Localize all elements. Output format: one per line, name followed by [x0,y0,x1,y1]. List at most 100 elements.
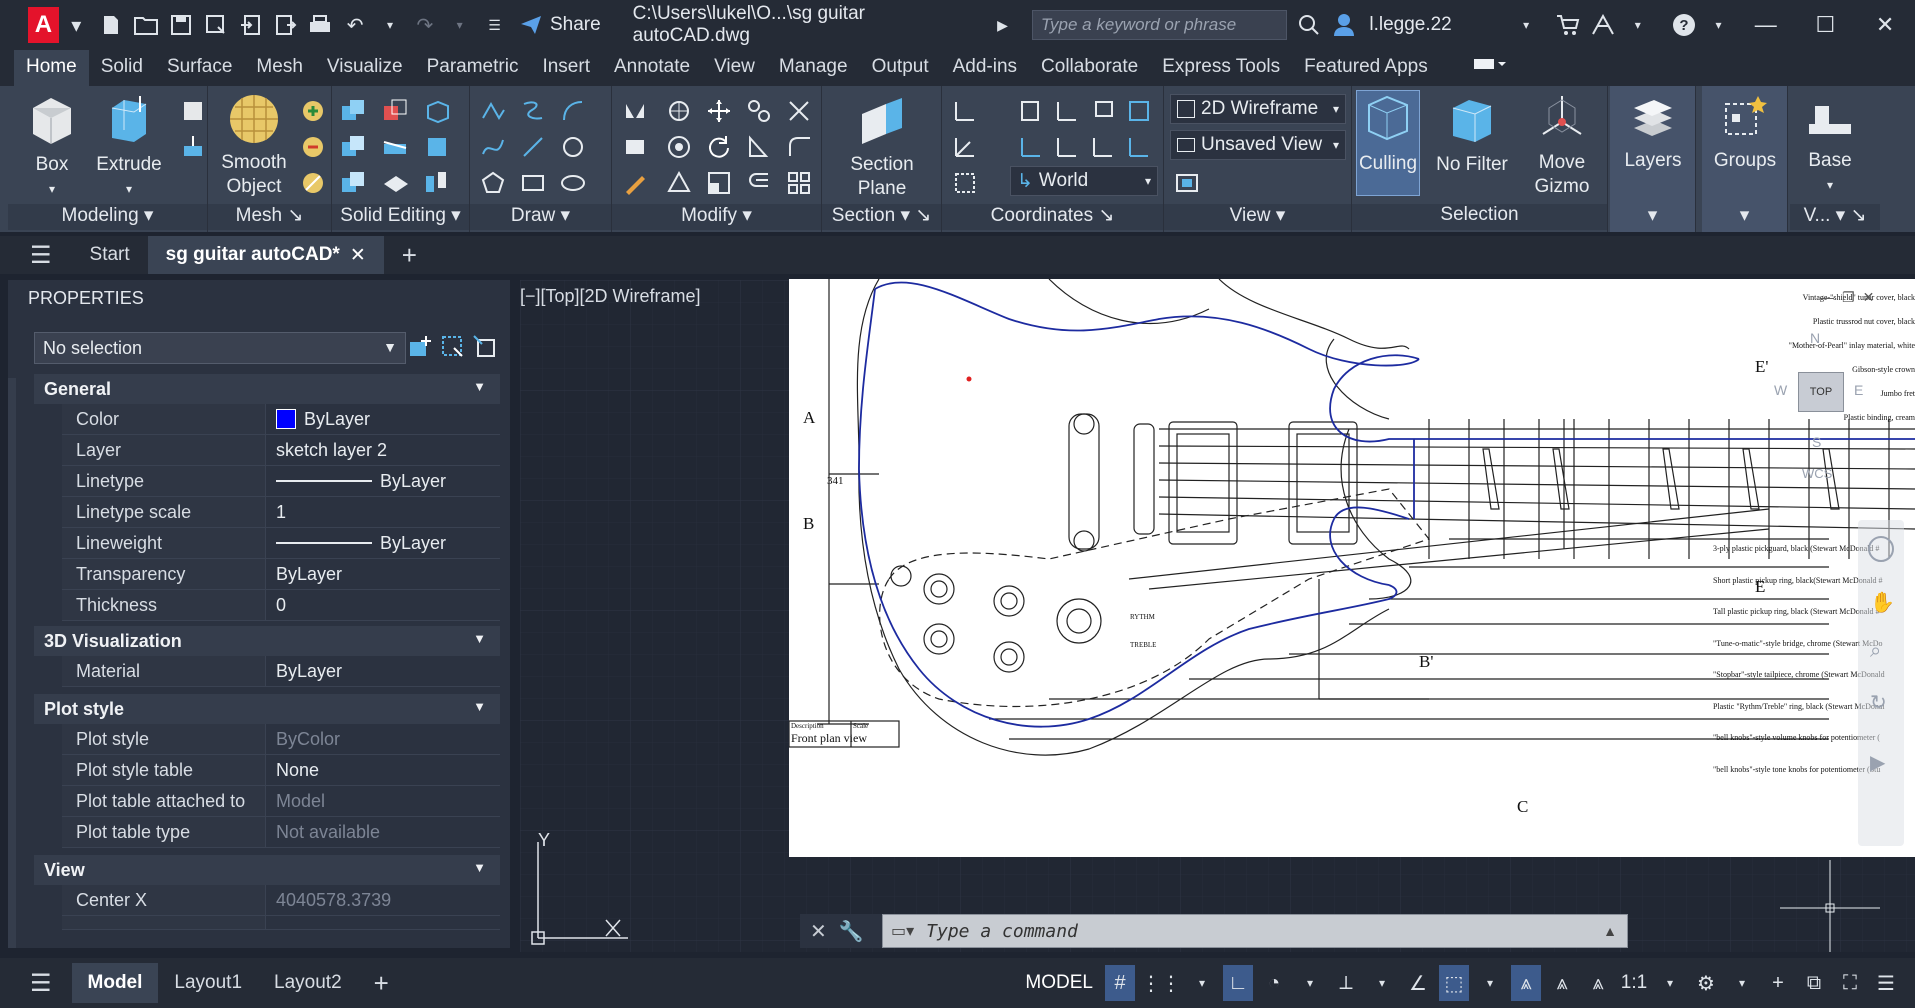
viewport-close-icon[interactable]: ✕ [1863,289,1875,307]
property-row-plot-table-attached[interactable]: Plot table attached to Model [62,786,500,817]
panel-title-modify[interactable]: Modify ▾ [612,204,821,230]
array-icon[interactable] [786,170,812,196]
app-menu-button[interactable]: A [28,7,59,43]
snap-icon[interactable]: ⋮⋮ [1141,965,1181,1001]
property-row-color[interactable]: Color ByLayer [62,404,500,435]
rotate-icon[interactable] [706,134,732,160]
3d-array-icon[interactable] [666,170,692,196]
annotation-scale-chevron-icon[interactable]: ▾ [1655,965,1685,1001]
polar-chevron-icon[interactable]: ▾ [1295,965,1325,1001]
model-space-button[interactable]: MODEL [1019,965,1099,1001]
layout-tabs-menu-icon[interactable]: ☰ [0,963,72,1003]
pan-icon[interactable]: ✋ [1870,590,1895,615]
smooth-object-button[interactable]: Smooth Object [216,92,292,199]
ucs-z-icon[interactable] [1090,134,1116,160]
polar-tracking-icon[interactable]: ◔ [1259,965,1289,1001]
isodraft-chevron-icon[interactable]: ▾ [1367,965,1397,1001]
helix-icon[interactable] [520,98,546,124]
file-tabs-menu-icon[interactable]: ☰ [0,236,72,274]
tab-output[interactable]: Output [860,50,941,86]
slice-icon[interactable] [382,134,408,160]
undo-chevron-icon[interactable]: ▾ [376,10,405,40]
spline-icon[interactable] [480,134,506,160]
wcs-menu[interactable]: WCS [1802,466,1832,481]
help-chevron-icon[interactable]: ▾ [1704,10,1733,40]
tab-express-tools[interactable]: Express Tools [1150,50,1292,86]
tab-parametric[interactable]: Parametric [415,50,531,86]
viewport-minimize-icon[interactable]: — [1820,289,1834,307]
arc-icon[interactable] [560,98,586,124]
3d-align-icon[interactable] [666,134,692,160]
expand-arrow-icon[interactable]: ▶ [988,10,1017,40]
share-button[interactable]: Share [520,14,601,36]
viewport-controls-label[interactable]: [−][Top][2D Wireframe] [520,286,701,307]
snap-chevron-icon[interactable]: ▾ [1187,965,1217,1001]
search-input[interactable]: Type a keyword or phrase [1031,10,1287,40]
viewcube-top-face[interactable]: TOP [1798,372,1844,412]
orbit-icon[interactable]: ↻ [1870,690,1887,715]
web-mobile-save-icon[interactable] [271,10,300,40]
steering-wheel-icon[interactable] [1868,536,1894,562]
mesh-refine-icon[interactable] [300,170,326,196]
workspace-gear-icon[interactable]: ⚙ [1691,965,1721,1001]
viewcube-east[interactable]: E [1854,382,1863,398]
mirror-icon[interactable] [622,98,648,124]
property-row-plot-table-type[interactable]: Plot table type Not available [62,817,500,848]
ucs-view-icon[interactable] [1090,98,1116,124]
tab-layout2[interactable]: Layout2 [258,963,358,1003]
subtract-icon[interactable] [382,98,408,124]
property-row-linetype-scale[interactable]: Linetype scale 1 [62,497,500,528]
move-gizmo-button[interactable]: Move Gizmo [1522,92,1602,199]
polygon-icon[interactable] [480,170,506,196]
section-view[interactable]: View ▼ [34,855,500,885]
tab-mesh[interactable]: Mesh [244,50,314,86]
property-row-linetype[interactable]: Linetype ByLayer [62,466,500,497]
redo-chevron-icon[interactable]: ▾ [445,10,474,40]
command-history-icon[interactable]: ▲ [1603,923,1617,939]
property-row-transparency[interactable]: Transparency ByLayer [62,559,500,590]
align-icon[interactable] [622,134,648,160]
property-row-plot-style-table[interactable]: Plot style table None [62,755,500,786]
panel-title-layers[interactable]: ▾ [1610,204,1695,230]
panel-title-view-base[interactable]: V... ▾ ↘ [1790,204,1880,230]
panel-title-groups[interactable]: ▾ [1702,204,1787,230]
culling-button[interactable]: Culling [1356,90,1420,196]
separate-icon[interactable] [424,170,450,196]
stretch-icon[interactable] [746,134,772,160]
annotation-scale-value[interactable]: 1:1 [1619,965,1649,1001]
interfere-icon[interactable] [340,170,366,196]
ortho-icon[interactable]: ∟ [1223,965,1253,1001]
property-row-layer[interactable]: Layer sketch layer 2 [62,435,500,466]
ucs-named-icon[interactable] [1018,98,1044,124]
autodesk-account-icon[interactable] [1588,10,1617,40]
property-row-thickness[interactable]: Thickness 0 [62,590,500,621]
tab-home[interactable]: Home [14,50,89,86]
viewcube-south[interactable]: S [1812,434,1821,450]
extrude-faces-icon[interactable] [424,134,450,160]
undo-icon[interactable]: ↶ [341,10,370,40]
tab-solid[interactable]: Solid [89,50,155,86]
panel-title-selection[interactable]: Selection [1352,204,1607,230]
tab-surface[interactable]: Surface [155,50,244,86]
trim-icon[interactable] [786,98,812,124]
object-snap-chevron-icon[interactable]: ▾ [1475,965,1505,1001]
saved-view-dropdown[interactable]: Unsaved View ▾ [1170,130,1346,160]
panel-title-view[interactable]: View ▾ [1164,204,1351,230]
open-folder-icon[interactable] [132,10,161,40]
panel-title-solid-editing[interactable]: Solid Editing ▾ [332,204,469,230]
property-row-lineweight[interactable]: Lineweight ByLayer [62,528,500,559]
scale-icon[interactable] [706,170,732,196]
quick-select-icon[interactable] [472,334,498,365]
new-tab-icon[interactable]: + [384,236,435,274]
polysolid-icon[interactable] [180,98,206,124]
selection-dropdown[interactable]: No selection ▼ [34,332,406,364]
section-plane-button[interactable]: Section Plane [836,94,928,201]
object-snap-icon[interactable]: ⬚ [1439,965,1469,1001]
maximize-button[interactable]: ☐ [1796,0,1856,50]
ucs-x-icon[interactable] [1018,134,1044,160]
ucs-zaxis-icon[interactable] [1126,134,1152,160]
isodraft-icon[interactable]: ⟂ [1331,965,1361,1001]
tab-visualize[interactable]: Visualize [315,50,415,86]
grid-icon[interactable]: # [1105,965,1135,1001]
command-prompt-icon[interactable]: ▭▾ [891,921,914,941]
